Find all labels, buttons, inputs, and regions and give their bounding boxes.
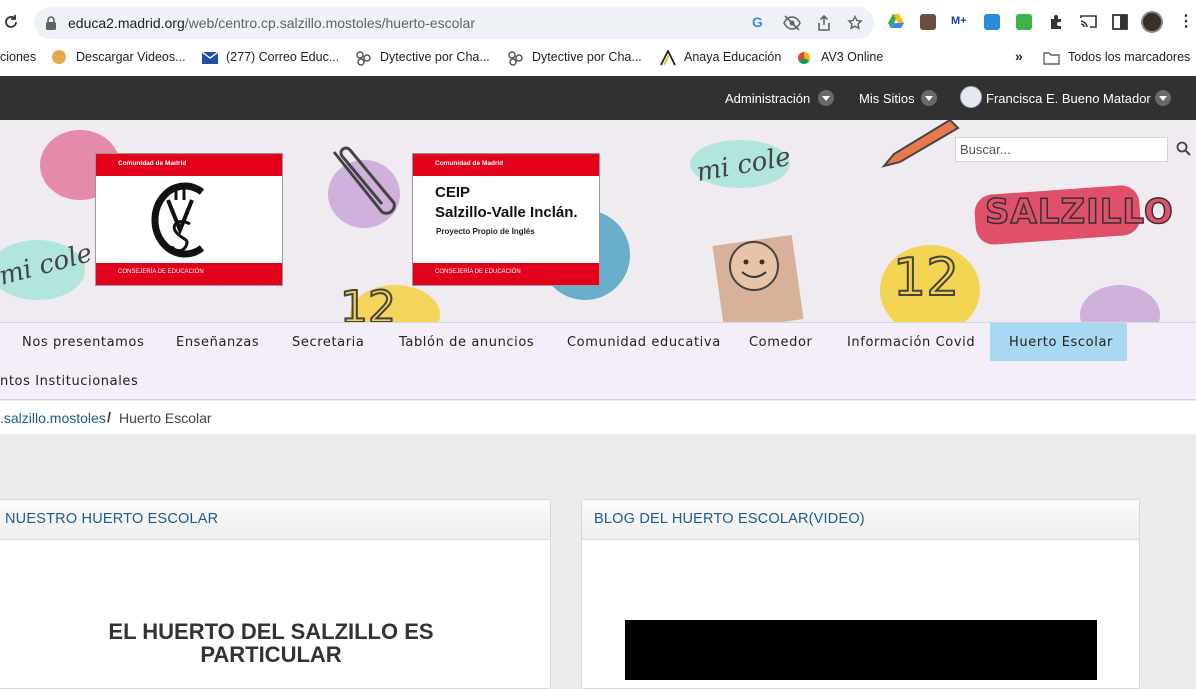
breadcrumb: .salzillo.mostoles / Huerto Escolar xyxy=(0,401,1196,434)
bookmark-7[interactable]: AV3 Online xyxy=(821,50,883,64)
green-extension-icon[interactable] xyxy=(1016,14,1032,30)
school-monogram-logo xyxy=(151,182,205,258)
folder-icon xyxy=(1043,52,1060,65)
side-panel-icon[interactable] xyxy=(1112,14,1128,30)
nav-label: ntos Institucionales xyxy=(0,374,139,389)
smiley-face-doodle xyxy=(729,241,779,291)
search-input[interactable] xyxy=(955,137,1168,162)
decorative-blob xyxy=(1080,285,1160,322)
logo-subtitle: Proyecto Propio de Inglés xyxy=(436,227,535,236)
nav-item-ensenanzas[interactable]: Enseñanzas xyxy=(156,323,279,361)
breadcrumb-separator: / xyxy=(107,409,111,425)
logo-ceip: CEIP xyxy=(435,184,471,201)
browser-chrome: educa2.madrid.org/web/centro.cp.salzillo… xyxy=(0,0,1196,76)
download-icon xyxy=(52,50,66,64)
nav-label: Tablón de anuncios xyxy=(399,335,535,350)
clapperboard-extension-icon[interactable] xyxy=(920,14,936,30)
bookmark-5[interactable]: Dytective por Cha... xyxy=(532,50,642,64)
dytective-icon xyxy=(508,51,523,66)
number-doodle: 12 xyxy=(339,281,397,322)
movistar-extension-icon[interactable]: M+ xyxy=(951,15,967,27)
breadcrumb-parent-link[interactable]: .salzillo.mostoles xyxy=(0,410,106,426)
anaya-icon xyxy=(660,50,676,66)
salzillo-doodle: SALZILLO xyxy=(984,191,1174,233)
reload-icon[interactable] xyxy=(2,13,20,31)
share-icon[interactable] xyxy=(817,15,831,31)
bookmark-star-icon[interactable] xyxy=(847,15,863,31)
nav-label: Nos presentamos xyxy=(22,335,145,350)
address-bar[interactable]: educa2.madrid.org/web/centro.cp.salzillo… xyxy=(34,7,874,39)
logo-footer: CONSEJERÍA DE EDUCACIÓN xyxy=(96,263,282,285)
chart-extension-icon[interactable] xyxy=(984,14,1000,30)
portlet-title[interactable]: NUESTRO HUERTO ESCOLAR xyxy=(5,511,218,527)
bookmark-4[interactable]: Dytective por Cha... xyxy=(380,50,490,64)
nav-label: Comedor xyxy=(749,335,813,350)
nav-label: Comunidad educativa xyxy=(567,335,721,350)
chevron-down-icon[interactable] xyxy=(921,90,937,106)
nav-item-comedor[interactable]: Comedor xyxy=(729,323,832,361)
nav-label: Información Covid xyxy=(847,335,976,350)
chevron-down-icon[interactable] xyxy=(818,90,834,106)
nav-item-huerto-escolar[interactable]: Huerto Escolar xyxy=(990,323,1127,361)
portlet-header: NUESTRO HUERTO ESCOLAR xyxy=(0,500,550,540)
lock-icon[interactable] xyxy=(45,16,57,30)
admin-menu[interactable]: Administración xyxy=(725,91,810,106)
logo-school-name: Salzillo-Valle Inclán. xyxy=(435,204,578,221)
nav-item-informacion-covid[interactable]: Información Covid xyxy=(827,323,995,361)
browser-menu-icon[interactable]: ⋮ xyxy=(1178,11,1194,31)
eye-off-icon[interactable] xyxy=(783,15,801,31)
url-domain: educa2.madrid.org xyxy=(68,15,185,31)
portlet-header: BLOG DEL HUERTO ESCOLAR(VIDEO) xyxy=(582,500,1139,540)
mail-icon xyxy=(202,52,218,64)
my-sites-menu[interactable]: Mis Sitios xyxy=(859,91,915,106)
bookmark-6[interactable]: Anaya Educación xyxy=(684,50,781,64)
breadcrumb-current: Huerto Escolar xyxy=(119,410,212,426)
pencil-doodle xyxy=(881,120,960,168)
bookmark-1[interactable]: ciones xyxy=(0,50,36,64)
logo-header: Comunidad de Madrid xyxy=(96,154,282,176)
user-menu[interactable]: Francisca E. Bueno Matador xyxy=(986,91,1151,106)
nav-item-comunidad-educativa[interactable]: Comunidad educativa xyxy=(547,323,741,361)
logo-footer: CONSEJERÍA DE EDUCACIÓN xyxy=(413,263,599,285)
puzzle-extensions-icon[interactable] xyxy=(1048,14,1064,30)
url-path: /web/centro.cp.salzillo.mostoles/huerto-… xyxy=(184,15,475,31)
bookmark-3[interactable]: (277) Correo Educ... xyxy=(226,50,339,64)
all-bookmarks-button[interactable]: Todos los marcadores xyxy=(1068,50,1190,64)
nav-label: Secretaria xyxy=(292,335,365,350)
nav-label: Huerto Escolar xyxy=(1009,335,1113,350)
nav-item-nos-presentamos[interactable]: Nos presentamos xyxy=(0,323,164,361)
video-player[interactable] xyxy=(625,620,1097,680)
google-lens-icon[interactable]: G xyxy=(752,14,763,30)
cast-icon[interactable] xyxy=(1080,14,1097,29)
article-title: EL HUERTO DEL SALZILLO ES PARTICULAR xyxy=(108,619,434,667)
chevron-down-icon[interactable] xyxy=(1155,90,1171,106)
nav-label: Enseñanzas xyxy=(176,335,260,350)
url-text[interactable]: educa2.madrid.org/web/centro.cp.salzillo… xyxy=(68,15,475,31)
bookmarks-bar: ciones Descargar Videos... (277) Correo … xyxy=(0,44,1196,72)
main-navigation: Nos presentamos Enseñanzas Secretaria Ta… xyxy=(0,322,1196,400)
nav-item-tablon-de-anuncios[interactable]: Tablón de anuncios xyxy=(379,323,554,361)
nav-item-documentos-institucionales[interactable]: ntos Institucionales xyxy=(0,362,138,400)
portlet-title[interactable]: BLOG DEL HUERTO ESCOLAR(VIDEO) xyxy=(594,511,865,527)
google-drive-icon[interactable] xyxy=(888,14,904,29)
madrid-logo-card: Comunidad de Madrid CONSEJERÍA DE EDUCAC… xyxy=(95,153,283,286)
user-avatar[interactable] xyxy=(960,86,982,108)
search-icon[interactable] xyxy=(1176,141,1191,156)
dytective-icon xyxy=(356,51,371,66)
nav-item-secretaria[interactable]: Secretaria xyxy=(272,323,384,361)
av3-icon xyxy=(798,52,810,64)
bookmark-2[interactable]: Descargar Videos... xyxy=(76,50,186,64)
site-admin-bar: Administración Mis Sitios Francisca E. B… xyxy=(0,76,1196,120)
paperclip-doodle xyxy=(332,146,396,215)
school-name-logo-card: Comunidad de Madrid CEIP Salzillo-Valle … xyxy=(412,153,600,286)
more-bookmarks-button[interactable]: » xyxy=(1015,48,1023,64)
profile-avatar[interactable] xyxy=(1141,11,1163,33)
logo-header: Comunidad de Madrid xyxy=(413,154,599,176)
number-doodle: 12 xyxy=(892,247,960,309)
